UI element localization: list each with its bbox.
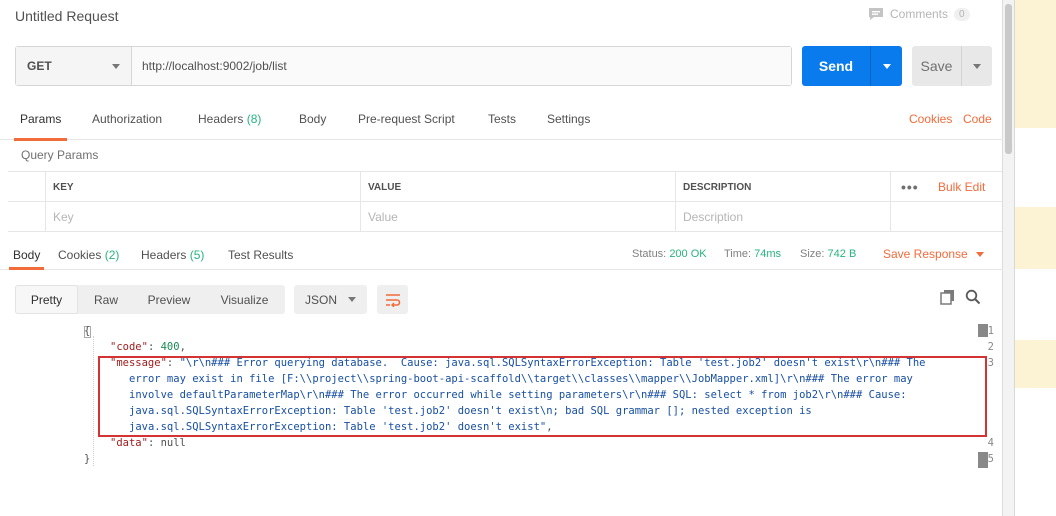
url-bar: GET (15, 46, 792, 86)
cookies-link[interactable]: Cookies (909, 112, 952, 126)
view-pretty-button[interactable]: Pretty (15, 285, 78, 314)
column-key: KEY (45, 172, 360, 202)
tab-response-cookies-count: (2) (104, 248, 120, 262)
table-row (8, 202, 1002, 232)
url-input[interactable] (132, 47, 791, 85)
json-value-code: 400 (160, 341, 180, 353)
tab-headers-label: Headers (198, 112, 244, 126)
view-preview-button[interactable]: Preview (134, 285, 204, 314)
value-input[interactable] (368, 210, 675, 224)
save-response-label: Save Response (883, 247, 968, 261)
tab-test-results[interactable]: Test Results (228, 248, 293, 262)
request-title[interactable]: Untitled Request (15, 8, 119, 24)
tab-response-headers-count: (5) (189, 248, 205, 262)
chevron-down-icon (348, 297, 356, 302)
key-input[interactable] (53, 210, 360, 224)
wrap-icon (385, 293, 400, 307)
request-panel: Untitled Request Comments 0 GET Send Sav… (0, 0, 1003, 516)
code-line-code: "code": 400, (110, 341, 186, 353)
comments-button[interactable]: Comments 0 (868, 7, 970, 21)
json-key-data: "data" (110, 437, 148, 449)
status-label: Status: (632, 248, 667, 260)
size-readout: Size: 742 B (800, 248, 856, 260)
view-visualize-button[interactable]: Visualize (204, 285, 285, 314)
format-select[interactable]: JSON (294, 285, 367, 314)
column-value: VALUE (360, 172, 675, 202)
editor-scrollbar-bottom[interactable] (978, 452, 988, 468)
query-params-table: KEY VALUE DESCRIPTION ••• Bulk Edit (8, 171, 1002, 232)
status-readout: Status: 200 OK (632, 248, 707, 260)
checkbox-column (8, 172, 45, 202)
json-key-code: "code" (110, 341, 148, 353)
response-body-editor[interactable]: 1 2 3 4 5 { "code": 400, "message": "\r\… (8, 322, 994, 472)
value-cell (360, 202, 675, 232)
tab-response-headers[interactable]: Headers (5) (141, 248, 204, 262)
tab-headers[interactable]: Headers (8) (198, 112, 261, 126)
response-tabs: Body Cookies (2) Headers (5) Test Result… (0, 240, 1003, 270)
size-value: 742 B (827, 248, 857, 260)
chevron-down-icon (973, 63, 981, 69)
query-params-title: Query Params (21, 148, 99, 162)
code-open-brace: { (84, 325, 91, 337)
tab-response-cookies-label: Cookies (58, 248, 102, 262)
line-number: 2 (987, 341, 994, 353)
time-value: 74ms (754, 248, 782, 260)
comments-label: Comments (890, 7, 949, 21)
line-number: 4 (987, 437, 994, 449)
save-label: Save (920, 58, 953, 74)
editor-scrollbar-top[interactable] (978, 324, 988, 337)
request-tabs: Params Authorization Headers (8) Body Pr… (0, 100, 1003, 141)
tab-response-cookies[interactable]: Cookies (2) (58, 248, 119, 262)
status-value: 200 OK (669, 248, 707, 260)
view-mode-group: Pretty Raw Preview Visualize (15, 285, 285, 314)
comment-icon (869, 8, 883, 20)
copy-icon[interactable] (940, 289, 956, 308)
send-label: Send (818, 58, 854, 74)
tab-tests[interactable]: Tests (488, 112, 516, 126)
view-raw-button[interactable]: Raw (78, 285, 134, 314)
send-dropdown[interactable] (870, 46, 902, 86)
save-button[interactable]: Save (912, 46, 992, 86)
format-label: JSON (305, 292, 338, 307)
description-input[interactable] (683, 210, 890, 224)
description-cell (675, 202, 890, 232)
background-window (1014, 0, 1056, 516)
time-readout: Time: 74ms (724, 248, 781, 260)
table-header-row: KEY VALUE DESCRIPTION ••• Bulk Edit (8, 172, 1002, 202)
column-description: DESCRIPTION (675, 172, 890, 202)
actions-cell (890, 202, 1002, 232)
wrap-lines-button[interactable] (377, 285, 408, 314)
bulk-edit-link[interactable]: Bulk Edit (938, 180, 985, 194)
code-line-data: "data": null (110, 437, 186, 449)
indent-guide (93, 336, 94, 466)
key-cell (45, 202, 360, 232)
chevron-down-icon (882, 63, 891, 69)
row-checkbox-cell (8, 202, 45, 232)
tab-response-headers-label: Headers (141, 248, 187, 262)
tab-body[interactable]: Body (299, 112, 326, 126)
tab-params[interactable]: Params (13, 112, 68, 141)
code-close-brace: } (84, 453, 91, 465)
chevron-down-icon (112, 63, 120, 69)
method-label: GET (27, 59, 52, 73)
code-link[interactable]: Code (963, 112, 992, 126)
tab-settings[interactable]: Settings (547, 112, 590, 126)
tab-prerequest-script[interactable]: Pre-request Script (358, 112, 455, 126)
method-select[interactable]: GET (16, 47, 132, 85)
search-icon[interactable] (965, 289, 981, 308)
save-dropdown[interactable] (961, 46, 992, 86)
json-value-data: null (160, 437, 186, 449)
more-options-icon[interactable]: ••• (901, 179, 919, 195)
tab-response-body[interactable]: Body (8, 248, 45, 270)
chevron-down-icon (975, 251, 984, 257)
size-label: Size: (800, 248, 825, 260)
comments-count: 0 (954, 7, 970, 21)
send-button[interactable]: Send (802, 46, 902, 86)
time-label: Time: (724, 248, 752, 260)
tab-authorization[interactable]: Authorization (92, 112, 162, 126)
panel-scrollbar[interactable] (1003, 0, 1014, 516)
highlight-box (98, 356, 987, 437)
save-response-button[interactable]: Save Response (883, 247, 984, 261)
tab-headers-count: (8) (246, 112, 262, 126)
